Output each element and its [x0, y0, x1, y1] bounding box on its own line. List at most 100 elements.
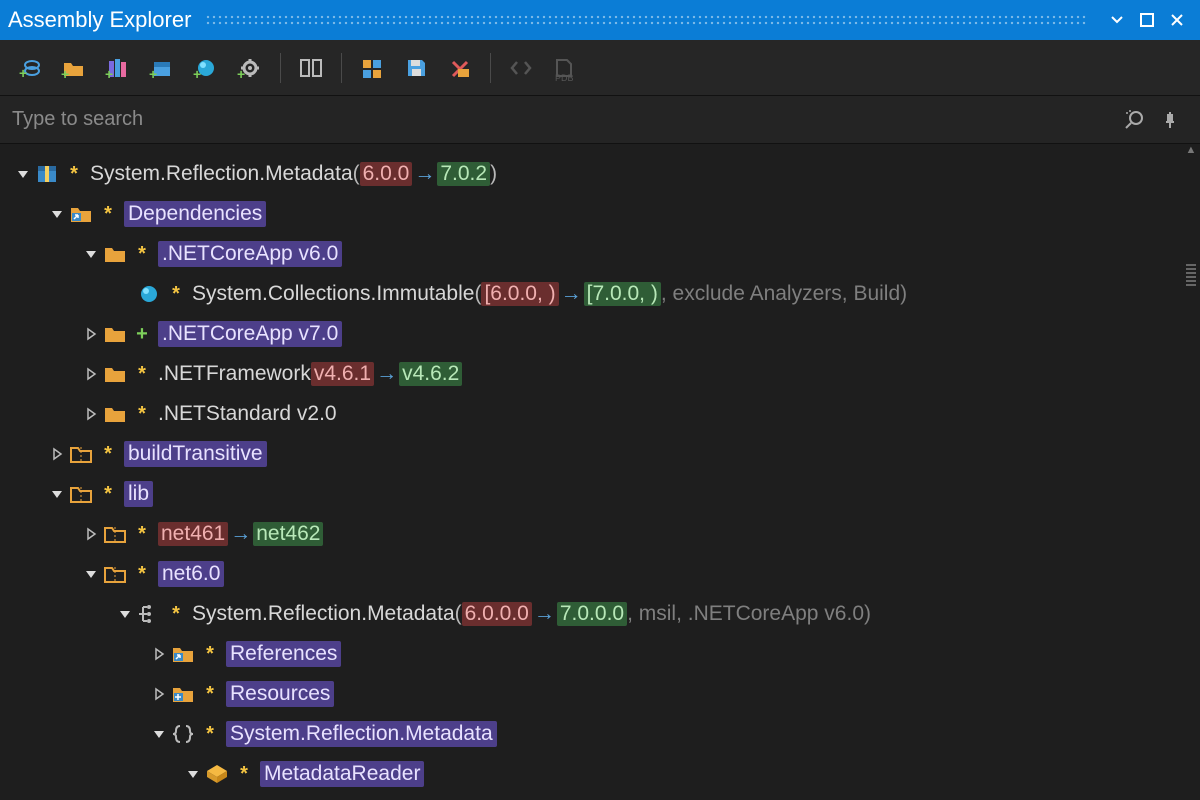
tree-text: References: [226, 641, 341, 667]
export-pdb-button[interactable]: PDB: [545, 48, 585, 88]
caret-down-icon[interactable]: [114, 603, 136, 625]
change-mark: *: [132, 363, 152, 386]
minimap: [1182, 264, 1200, 324]
change-mark: *: [200, 643, 220, 666]
tree-text: (: [474, 282, 481, 306]
clear-button[interactable]: [440, 48, 480, 88]
title-grip[interactable]: [205, 14, 1088, 26]
caret-down-icon[interactable]: [46, 483, 68, 505]
toolbar-separator: [341, 53, 342, 83]
dropdown-icon[interactable]: [1102, 14, 1132, 26]
scroll-up-icon[interactable]: ▲: [1182, 144, 1200, 164]
pin-icon[interactable]: [1152, 102, 1188, 138]
change-mark: +: [132, 323, 152, 346]
tree-row[interactable]: *.NETCoreApp v6.0: [0, 234, 1182, 274]
group-folders-button[interactable]: [352, 48, 392, 88]
save-button[interactable]: [396, 48, 436, 88]
tree-text: lib: [124, 481, 153, 507]
tree-text: →: [228, 522, 253, 546]
caret-down-icon[interactable]: [80, 563, 102, 585]
tree-row[interactable]: *Dependencies: [0, 194, 1182, 234]
caret-right-icon[interactable]: [80, 363, 102, 385]
tree-row[interactable]: + .NETCoreApp v7.0: [0, 314, 1182, 354]
braces-icon: [170, 721, 196, 747]
toggle-split-button[interactable]: [291, 48, 331, 88]
tree-text: (: [455, 602, 462, 626]
tree-text: →: [412, 162, 437, 186]
svg-text:+: +: [149, 66, 157, 82]
folder-dashed-icon: [68, 481, 94, 507]
caret-down-icon[interactable]: [148, 723, 170, 745]
change-mark: *: [98, 483, 118, 506]
close-icon[interactable]: [1162, 13, 1192, 27]
folder-icon: [102, 321, 128, 347]
open-folder-button[interactable]: +: [54, 48, 94, 88]
tree-text: , exclude Analyzers, Build): [661, 282, 907, 306]
tree-row[interactable]: *.NETStandard v2.0: [0, 394, 1182, 434]
tree-text: 6.0.0: [360, 162, 413, 186]
maximize-icon[interactable]: [1132, 13, 1162, 27]
caret-down-icon[interactable]: [12, 163, 34, 185]
tree-text: [6.0.0, ): [481, 282, 558, 306]
export-code-button[interactable]: [501, 48, 541, 88]
change-mark: *: [98, 203, 118, 226]
search-input[interactable]: [12, 108, 1116, 131]
tree-row[interactable]: *Resources: [0, 674, 1182, 714]
caret-right-icon[interactable]: [80, 523, 102, 545]
caret-down-icon[interactable]: [182, 763, 204, 785]
caret-right-icon[interactable]: [80, 323, 102, 345]
tree-text: v4.6.1: [311, 362, 374, 386]
tree-text: →: [374, 362, 399, 386]
window-title: Assembly Explorer: [8, 7, 191, 33]
library-button[interactable]: +: [98, 48, 138, 88]
tree-text: .NETCoreApp v6.0: [158, 241, 342, 267]
tree-text: .NETCoreApp v7.0: [158, 321, 342, 347]
tree-row[interactable]: *System.Reflection.Metadata (6.0.0→7.0.2…: [0, 154, 1182, 194]
tree-text: (: [353, 162, 360, 186]
tree-row[interactable]: *net461→net462: [0, 514, 1182, 554]
add-connection-button[interactable]: +: [10, 48, 50, 88]
change-mark: *: [132, 563, 152, 586]
caret-right-icon[interactable]: [148, 643, 170, 665]
folder-link-icon: [170, 641, 196, 667]
tree-text: System.Reflection.Metadata: [226, 721, 497, 747]
tree-row[interactable]: * buildTransitive: [0, 434, 1182, 474]
tree-text: net462: [253, 522, 323, 546]
change-mark: *: [98, 443, 118, 466]
svg-text:+: +: [19, 65, 27, 81]
folder-dashed-icon: [102, 521, 128, 547]
caret-right-icon[interactable]: [80, 403, 102, 425]
toolbar: + + + + + + PDB: [0, 40, 1200, 96]
folder-icon: [102, 401, 128, 427]
tree-text: buildTransitive: [124, 441, 267, 467]
tree-row[interactable]: * References: [0, 634, 1182, 674]
tree-row[interactable]: *.NETFramework v4.6.1→v4.6.2: [0, 354, 1182, 394]
folder-dashed-icon: [68, 441, 94, 467]
packages-button[interactable]: +: [142, 48, 182, 88]
svg-text:+: +: [237, 66, 245, 82]
folder-icon: [102, 361, 128, 387]
toolbar-separator: [280, 53, 281, 83]
caret-down-icon[interactable]: [46, 203, 68, 225]
change-mark: *: [200, 683, 220, 706]
tree-row[interactable]: *net6.0: [0, 554, 1182, 594]
search-icon[interactable]: [1116, 102, 1152, 138]
caret-down-icon[interactable]: [80, 243, 102, 265]
tree-text: .NETStandard v2.0: [158, 402, 337, 426]
svg-text:PDB: PDB: [555, 73, 574, 83]
tree-view[interactable]: *System.Reflection.Metadata (6.0.0→7.0.2…: [0, 144, 1182, 800]
tree-text: , msil, .NETCoreApp v6.0): [627, 602, 871, 626]
add-module-button[interactable]: +: [186, 48, 226, 88]
svg-text:+: +: [105, 66, 113, 82]
caret-right-icon[interactable]: [148, 683, 170, 705]
scrollbar[interactable]: ▲: [1182, 144, 1200, 800]
tree-text: net461: [158, 522, 228, 546]
tree-row[interactable]: *MetadataReader: [0, 754, 1182, 794]
tree-row[interactable]: *System.Reflection.Metadata: [0, 714, 1182, 754]
tree-row[interactable]: *System.Reflection.Metadata (6.0.0.0→7.0…: [0, 594, 1182, 634]
tree-row[interactable]: *System.Collections.Immutable ([6.0.0, )…: [0, 274, 1182, 314]
caret-right-icon[interactable]: [46, 443, 68, 465]
svg-text:+: +: [61, 66, 69, 82]
tree-row[interactable]: * lib: [0, 474, 1182, 514]
settings-button[interactable]: +: [230, 48, 270, 88]
